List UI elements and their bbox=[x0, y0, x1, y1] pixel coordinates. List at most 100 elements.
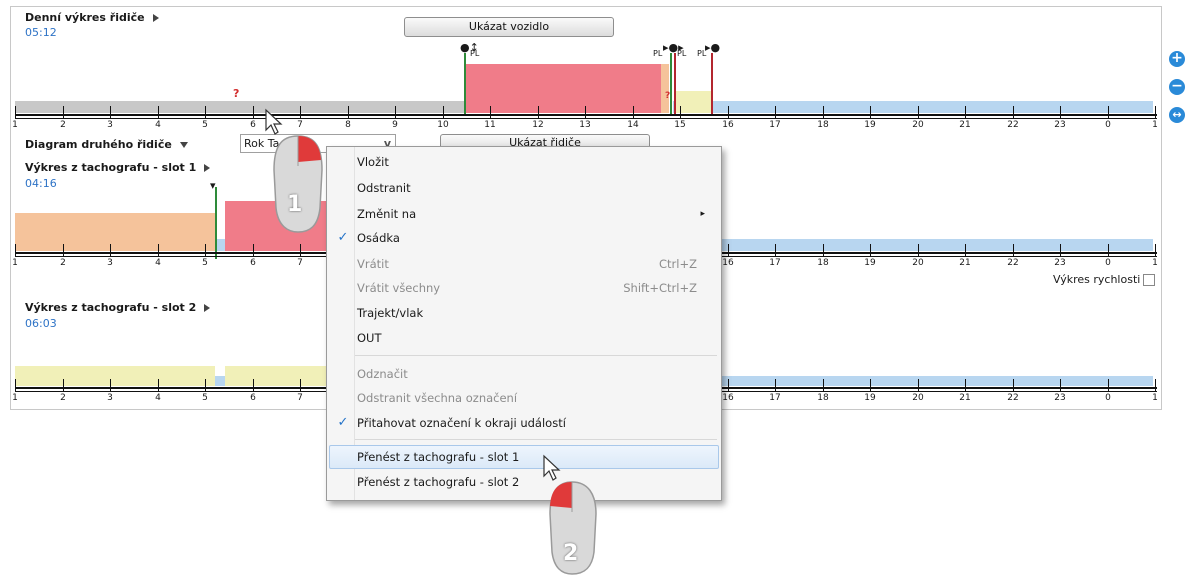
dropdown-arrow-icon[interactable] bbox=[179, 142, 188, 148]
pl-label: PL bbox=[653, 49, 663, 58]
zoom-fit-icon[interactable]: ↔ bbox=[1169, 107, 1185, 123]
axis-tick bbox=[205, 244, 206, 257]
axis-tick-label: 19 bbox=[864, 120, 876, 130]
driving-bar[interactable] bbox=[465, 64, 661, 113]
zoom-in-icon[interactable]: + bbox=[1169, 51, 1185, 67]
axis-tick bbox=[348, 106, 349, 119]
axis-tick-label: 21 bbox=[959, 120, 971, 130]
axis-tick-label: 20 bbox=[912, 120, 924, 130]
axis-tick-label: 20 bbox=[912, 393, 924, 403]
speed-chart-toggle[interactable]: Výkres rychlosti bbox=[1053, 273, 1156, 286]
axis-tick-label: 1 bbox=[1152, 393, 1158, 403]
axis-tick-label: 12 bbox=[532, 120, 544, 130]
availability-bar[interactable] bbox=[713, 101, 1153, 113]
axis-tick bbox=[728, 379, 729, 392]
submenu-arrow-icon: ▸ bbox=[700, 209, 705, 219]
axis-tick-label: 17 bbox=[769, 120, 781, 130]
axis-tick-label: 3 bbox=[107, 393, 113, 403]
slot1-title[interactable]: Výkres z tachografu - slot 1 bbox=[25, 161, 211, 174]
axis-tick bbox=[253, 379, 254, 392]
second-driver-label[interactable]: Diagram druhého řidiče bbox=[25, 138, 188, 151]
axis-tick-label: 8 bbox=[345, 120, 351, 130]
axis-tick-label: 21 bbox=[959, 258, 971, 268]
axis-tick bbox=[158, 106, 159, 119]
step-number-2: 2 bbox=[563, 541, 579, 566]
axis-tick bbox=[728, 244, 729, 257]
menu-item-ferry-train[interactable]: Trajekt/vlak bbox=[357, 302, 709, 324]
axis-tick-label: 13 bbox=[579, 120, 591, 130]
axis-tick-label: 11 bbox=[484, 120, 496, 130]
menu-item-change-to[interactable]: Změnit na ▸ bbox=[357, 203, 709, 225]
unknown-bar[interactable] bbox=[225, 366, 331, 386]
menu-item-crew[interactable]: ✓ Osádka bbox=[338, 227, 709, 249]
axis-tick bbox=[870, 379, 871, 392]
availability-bar[interactable] bbox=[713, 376, 1153, 386]
axis-tick-label: 4 bbox=[155, 393, 161, 403]
axis-tick bbox=[63, 244, 64, 257]
menu-item-out[interactable]: OUT bbox=[357, 327, 709, 349]
axis-tick bbox=[300, 379, 301, 392]
axis-tick bbox=[1155, 379, 1156, 392]
axis-tick-label: 23 bbox=[1054, 393, 1066, 403]
cursor-icon bbox=[543, 454, 561, 481]
event-line bbox=[464, 53, 466, 115]
unknown-bar[interactable] bbox=[15, 366, 215, 386]
axis-tick-label: 1 bbox=[1152, 120, 1158, 130]
axis-tick bbox=[253, 244, 254, 257]
axis-tick-label: 3 bbox=[107, 258, 113, 268]
axis-tick bbox=[775, 244, 776, 257]
axis-tick-label: 1 bbox=[12, 393, 18, 403]
axis-tick bbox=[965, 379, 966, 392]
menu-item-undo-all: Vrátit všechny Shift+Ctrl+Z bbox=[357, 281, 697, 295]
work-bar[interactable] bbox=[15, 213, 215, 251]
axis-tick-label: 3 bbox=[107, 120, 113, 130]
axis-tick-label: 0 bbox=[1105, 258, 1111, 268]
rest-bar[interactable] bbox=[15, 101, 465, 113]
availability-bar[interactable] bbox=[215, 376, 225, 386]
menu-item-insert[interactable]: Vložit bbox=[357, 151, 709, 173]
axis-tick bbox=[1060, 379, 1061, 392]
axis-tick-label: 7 bbox=[297, 393, 303, 403]
daily-chart-title[interactable]: Denní výkres řidiče bbox=[25, 11, 159, 24]
axis-tick-label: 15 bbox=[674, 120, 686, 130]
expand-arrow-icon[interactable] bbox=[204, 304, 211, 312]
menu-item-delete[interactable]: Odstranit bbox=[357, 177, 709, 199]
slot2-title[interactable]: Výkres z tachografu - slot 2 bbox=[25, 301, 211, 314]
checkbox[interactable] bbox=[1143, 274, 1156, 286]
axis-tick bbox=[870, 106, 871, 119]
axis-tick-label: 20 bbox=[912, 258, 924, 268]
axis-tick-label: 2 bbox=[60, 393, 66, 403]
axis-tick-label: 19 bbox=[864, 393, 876, 403]
expand-arrow-icon[interactable] bbox=[152, 14, 159, 22]
axis-tick bbox=[1060, 244, 1061, 257]
menu-item-snap-marks[interactable]: ✓ Přitahovat označení k okraji událostí bbox=[338, 412, 709, 434]
axis-tick bbox=[158, 379, 159, 392]
expand-arrow-icon[interactable] bbox=[204, 164, 211, 172]
axis-tick bbox=[15, 106, 16, 119]
axis-tick bbox=[538, 106, 539, 119]
axis-tick bbox=[1108, 244, 1109, 257]
axis-tick-label: 6 bbox=[250, 258, 256, 268]
axis-tick-label: 9 bbox=[392, 120, 398, 130]
axis-tick bbox=[158, 244, 159, 257]
axis-tick bbox=[300, 244, 301, 257]
axis-tick bbox=[110, 379, 111, 392]
check-icon: ✓ bbox=[337, 415, 349, 430]
place-marker-icon[interactable]: ▸● bbox=[705, 41, 720, 54]
axis-tick bbox=[1013, 106, 1014, 119]
menu-item-transfer-slot2[interactable]: Přenést z tachografu - slot 2 bbox=[357, 471, 709, 493]
pl-label: PL bbox=[470, 49, 480, 58]
check-icon: ✓ bbox=[337, 230, 349, 245]
show-vehicle-button[interactable]: Ukázat vozidlo bbox=[404, 17, 614, 37]
menu-item-transfer-slot1[interactable]: Přenést z tachografu - slot 1 bbox=[357, 446, 709, 468]
work-bar[interactable] bbox=[661, 64, 669, 113]
axis-tick-label: 18 bbox=[817, 393, 829, 403]
place-marker-icon[interactable]: ▾ bbox=[210, 179, 216, 192]
cursor-icon bbox=[265, 108, 283, 135]
axis-tick-label: 22 bbox=[1007, 120, 1019, 130]
axis-tick-label: 0 bbox=[1105, 393, 1111, 403]
zoom-out-icon[interactable]: − bbox=[1169, 79, 1185, 95]
availability-bar[interactable] bbox=[713, 239, 1153, 251]
axis-tick bbox=[205, 379, 206, 392]
axis-tick-label: 5 bbox=[202, 393, 208, 403]
